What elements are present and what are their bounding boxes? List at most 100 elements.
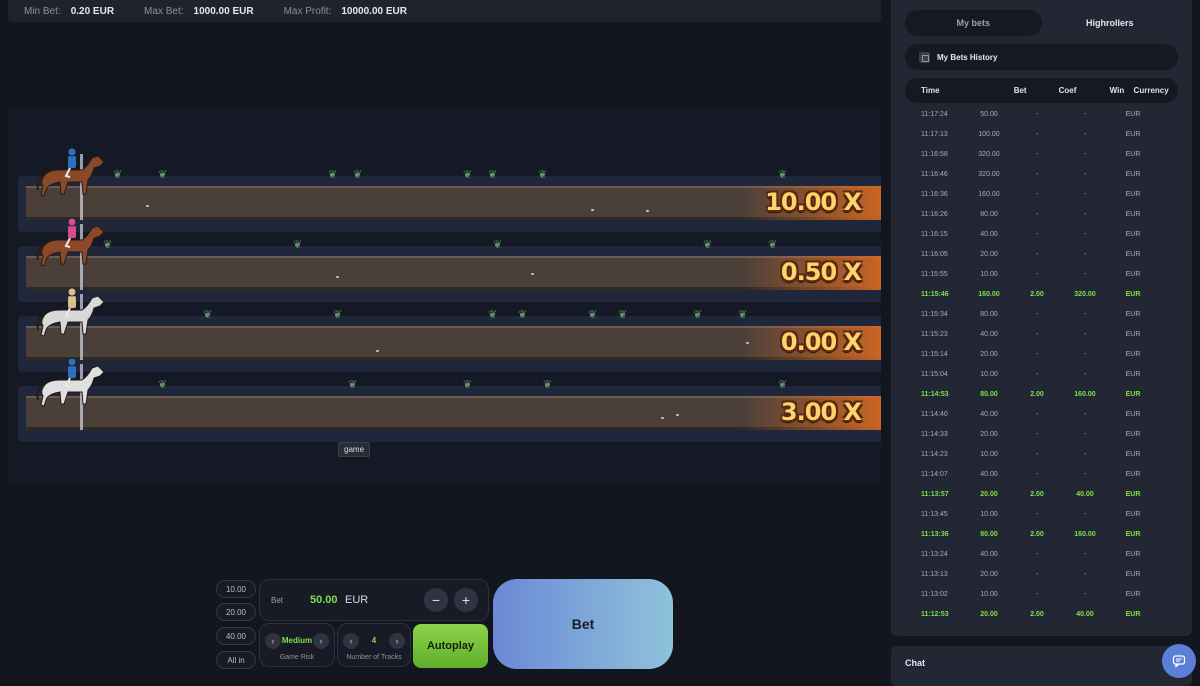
autoplay-button[interactable]: Autoplay	[413, 624, 488, 668]
bet-time: 11:16:15	[921, 230, 948, 238]
bet-coef: -	[1035, 130, 1039, 138]
bet-amount[interactable]: 50.00	[310, 594, 338, 606]
horse-icon	[36, 287, 105, 337]
table-row: 11:14:53 80.00 2.00 160.00 EUR	[905, 384, 1178, 404]
bet-currency-cell: EUR	[1125, 350, 1141, 358]
min-bet-value: 0.20 EUR	[70, 5, 115, 17]
tracks-selector[interactable]: ‹ 4 › Number of Tracks	[337, 623, 411, 667]
grass-icon: ❦	[203, 309, 213, 321]
bet-currency-cell: EUR	[1125, 230, 1141, 238]
risk-caption: Game Risk	[279, 654, 315, 661]
bet-time: 11:12:53	[921, 610, 949, 618]
bet-currency-cell: EUR	[1125, 270, 1141, 278]
bet-win: -	[1083, 370, 1087, 378]
bet-amount-cell: 10.00	[980, 270, 998, 278]
bet-coef: -	[1035, 310, 1039, 318]
bet-time: 11:16:46	[921, 170, 948, 178]
bet-currency-cell: EUR	[1125, 430, 1141, 438]
bet-amount-cell: 20.00	[980, 610, 998, 618]
bet-coef: -	[1035, 450, 1039, 458]
horse-icon	[36, 217, 105, 267]
bet-coef: 2.00	[1030, 290, 1044, 298]
bet-amount-cell: 50.00	[980, 110, 998, 118]
bet-amount-cell: 20.00	[980, 430, 998, 438]
risk-next-button[interactable]: ›	[313, 633, 329, 649]
grass-icon: ❦	[463, 169, 473, 181]
bet-amount-cell: 10.00	[980, 450, 998, 458]
table-row: 11:14:33 20.00 - - EUR	[905, 424, 1178, 444]
bet-amount-cell: 40.00	[980, 230, 998, 238]
all-in-button[interactable]: All in	[216, 651, 256, 669]
bet-time: 11:17:24	[921, 110, 948, 118]
game-area[interactable]: ❦ ❦ ❦ ❦ ❦ ❦ ❦ ❦ 10.00 X ❦ ❦ ❦ ❦ ❦ 0.50 X ❦ ❦ ❦ ❦ ❦ ❦ ❦ ❦ 0.00 X…	[8, 108, 881, 486]
bet-amount-cell: 80.00	[980, 210, 998, 218]
bet-coef: -	[1035, 370, 1039, 378]
bet-coef: -	[1035, 110, 1039, 118]
game-risk-selector[interactable]: ‹ Medium › Game Risk	[259, 623, 335, 667]
bet-currency-cell: EUR	[1125, 190, 1141, 198]
grass-icon: ❦	[693, 309, 703, 321]
bet-amount-cell: 80.00	[980, 310, 998, 318]
bet-amount-cell: 20.00	[980, 490, 998, 498]
bet-time: 11:16:26	[921, 210, 948, 218]
bet-amount-cell: 10.00	[980, 510, 998, 518]
bet-win: -	[1083, 190, 1087, 198]
bet-time: 11:14:33	[921, 430, 948, 438]
bets-history-header[interactable]: My Bets History	[905, 44, 1178, 70]
bet-coef: -	[1035, 330, 1039, 338]
horse-icon	[36, 147, 105, 197]
bet-win: -	[1083, 550, 1087, 558]
horse-icon	[36, 357, 105, 407]
bet-amount-cell: 40.00	[980, 410, 998, 418]
grass-icon: ❦	[703, 239, 713, 251]
race-track: ❦ ❦ ❦ ❦ ❦ 0.50 X	[18, 217, 881, 302]
bet-time: 11:15:23	[921, 330, 948, 338]
grass-icon: ❦	[738, 309, 748, 321]
chat-button[interactable]	[1162, 644, 1196, 678]
grass-icon: ❦	[778, 379, 788, 391]
grass-icon: ❦	[488, 169, 498, 181]
increase-bet-button[interactable]: +	[454, 588, 478, 612]
table-row: 11:15:23 40.00 - - EUR	[905, 324, 1178, 344]
game-tooltip: game	[338, 442, 371, 457]
bet-win: 320.00	[1074, 290, 1096, 298]
bet-time: 11:15:55	[921, 270, 948, 278]
bet-amount-field[interactable]: Bet 50.00 EUR − +	[259, 579, 489, 621]
bet-win: -	[1083, 330, 1087, 338]
bet-coef: -	[1035, 170, 1039, 178]
bet-currency-cell: EUR	[1125, 110, 1141, 118]
bet-coef: -	[1035, 230, 1039, 238]
bet-button[interactable]: Bet	[493, 579, 673, 669]
quick-bet-button[interactable]: 20.00	[216, 603, 256, 621]
grass-icon: ❦	[618, 309, 628, 321]
decrease-bet-button[interactable]: −	[424, 588, 448, 612]
grass-icon: ❦	[493, 239, 503, 251]
bet-coef: -	[1035, 570, 1039, 578]
bet-currency-cell: EUR	[1125, 290, 1141, 298]
tab-my-bets[interactable]: My bets	[905, 10, 1042, 36]
bet-time: 11:14:40	[921, 410, 948, 418]
table-row: 11:16:15 40.00 - - EUR	[905, 224, 1178, 244]
chat-bar[interactable]: Chat	[891, 646, 1192, 686]
bets-table-body: 11:17:24 50.00- - EUR 11:17:13 100.00- - EUR 11:…	[905, 104, 1178, 624]
tracks-caption: Number of Tracks	[346, 654, 402, 661]
grass-icon: ❦	[518, 309, 528, 321]
quick-bet-button[interactable]: 40.00	[216, 627, 256, 645]
bet-amount-cell: 40.00	[980, 470, 998, 478]
tracks-next-button[interactable]: ›	[389, 633, 405, 649]
bet-currency-cell: EUR	[1125, 370, 1141, 378]
bet-win: -	[1083, 450, 1087, 458]
chevron-right-icon: ›	[395, 636, 399, 646]
bet-time: 11:15:14	[921, 350, 948, 358]
quick-bet-button[interactable]: 10.00	[216, 580, 256, 598]
pebble	[676, 414, 679, 416]
tab-highrollers[interactable]: Highrollers	[1042, 10, 1179, 36]
bet-currency-cell: EUR	[1125, 570, 1141, 578]
pebble	[646, 210, 649, 212]
bet-coef: 2.00	[1030, 390, 1044, 398]
bet-amount-cell: 20.00	[980, 350, 998, 358]
bet-time: 11:15:34	[921, 310, 948, 318]
max-profit-value: 10000.00 EUR	[341, 5, 407, 17]
bet-amount-cell: 20.00	[980, 250, 998, 258]
bet-coef: -	[1035, 150, 1039, 158]
